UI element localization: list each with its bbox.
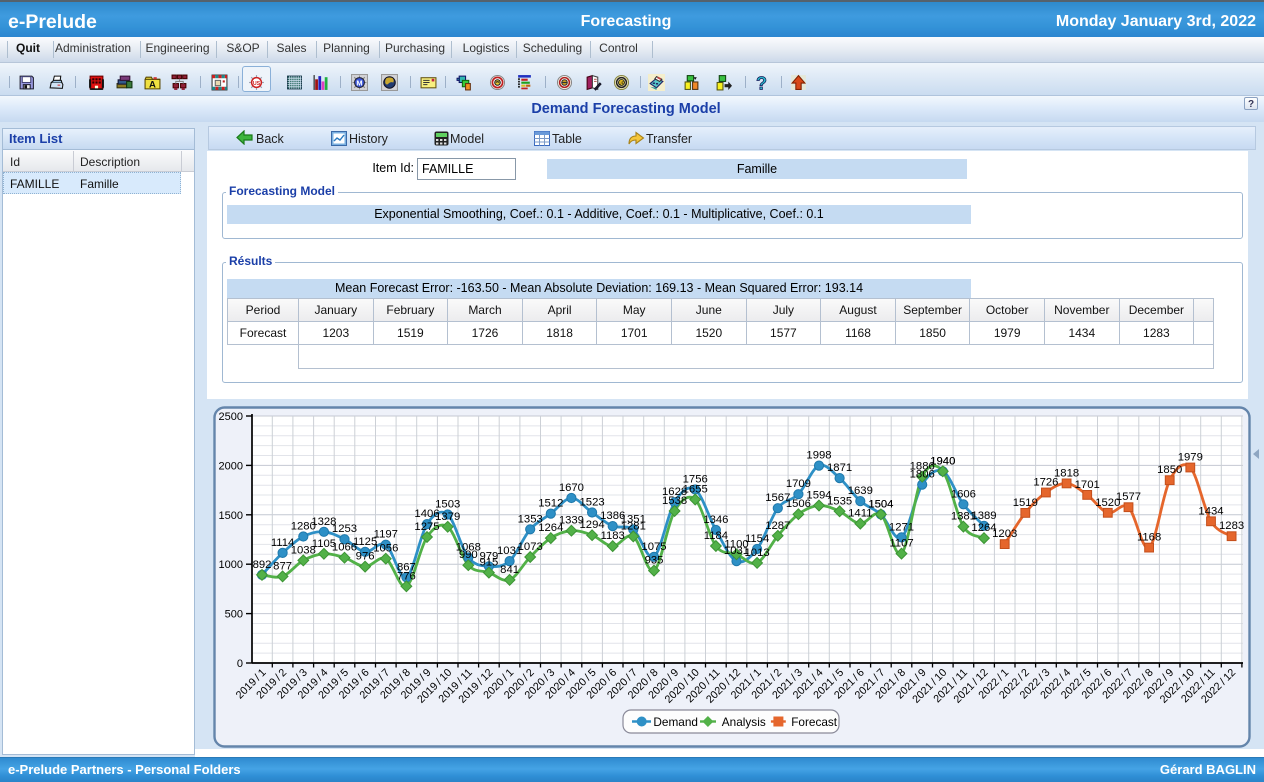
- svg-text:US: US: [253, 81, 261, 87]
- svg-text:1073: 1073: [518, 541, 543, 553]
- svg-text:1535: 1535: [827, 495, 852, 507]
- svg-text:1203: 1203: [992, 528, 1017, 540]
- svg-text:A: A: [149, 79, 156, 90]
- svg-text:1998: 1998: [806, 450, 831, 462]
- svg-text:1056: 1056: [373, 543, 398, 555]
- svg-text:500: 500: [225, 609, 243, 621]
- svg-text:Forecast: Forecast: [791, 715, 838, 729]
- svg-text:2500: 2500: [219, 411, 243, 423]
- svg-text:935: 935: [645, 555, 664, 567]
- svg-text:1709: 1709: [786, 478, 811, 490]
- svg-text:1013: 1013: [745, 547, 770, 559]
- svg-text:1271: 1271: [889, 521, 914, 533]
- svg-text:Analysis: Analysis: [722, 715, 766, 729]
- svg-text:1500: 1500: [219, 510, 243, 522]
- svg-text:1940: 1940: [930, 455, 955, 467]
- svg-text:892: 892: [253, 559, 272, 571]
- svg-text:841: 841: [500, 564, 519, 576]
- svg-text:976: 976: [356, 551, 375, 563]
- svg-text:UP: UP: [618, 81, 625, 87]
- svg-text:1850: 1850: [1157, 464, 1182, 476]
- svg-text:1381: 1381: [951, 511, 976, 523]
- svg-text:1670: 1670: [559, 482, 584, 494]
- svg-text:Demand: Demand: [653, 715, 698, 729]
- svg-text:1379: 1379: [435, 511, 460, 523]
- svg-text:1346: 1346: [703, 514, 728, 526]
- svg-text:915: 915: [479, 557, 498, 569]
- svg-text:1287: 1287: [765, 520, 790, 532]
- svg-text:1281: 1281: [621, 520, 646, 532]
- svg-text:1818: 1818: [1054, 467, 1079, 479]
- svg-text:1197: 1197: [374, 529, 398, 541]
- svg-text:1107: 1107: [889, 538, 913, 550]
- svg-text:1253: 1253: [332, 523, 357, 535]
- svg-text:1283: 1283: [1219, 520, 1244, 532]
- svg-text:2000: 2000: [219, 460, 243, 472]
- svg-text:1701: 1701: [1075, 479, 1100, 491]
- svg-text:877: 877: [273, 560, 292, 572]
- svg-text:M: M: [356, 78, 362, 87]
- svg-text:990: 990: [459, 549, 478, 561]
- svg-text:1434: 1434: [1198, 505, 1223, 517]
- svg-text:1168: 1168: [1137, 532, 1161, 544]
- svg-text:776: 776: [397, 570, 416, 582]
- svg-text:1503: 1503: [435, 499, 460, 511]
- svg-text:1577: 1577: [1116, 491, 1141, 503]
- svg-text:1519: 1519: [1013, 497, 1038, 509]
- svg-text:0: 0: [237, 658, 243, 670]
- svg-text:1504: 1504: [868, 498, 893, 510]
- svg-text:1538: 1538: [662, 495, 687, 507]
- svg-text:1871: 1871: [827, 462, 852, 474]
- svg-text:1512: 1512: [538, 498, 563, 510]
- svg-text:1655: 1655: [683, 484, 708, 496]
- svg-text:1000: 1000: [219, 559, 243, 571]
- svg-text:1075: 1075: [641, 541, 666, 553]
- svg-text:1066: 1066: [332, 542, 357, 554]
- svg-text:1979: 1979: [1178, 452, 1203, 464]
- svg-text:?: ?: [756, 74, 767, 91]
- svg-text:1606: 1606: [951, 488, 976, 500]
- svg-text:1523: 1523: [580, 497, 605, 509]
